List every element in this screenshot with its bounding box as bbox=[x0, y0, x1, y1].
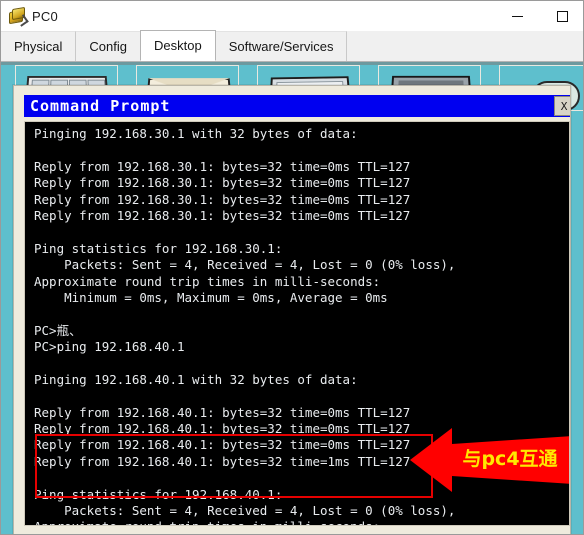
annotation-arrow: 与pc4互通 bbox=[410, 424, 569, 496]
terminal-line: Minimum = 0ms, Maximum = 0ms, Average = … bbox=[34, 289, 388, 305]
terminal-line: Pinging 192.168.30.1 with 32 bytes of da… bbox=[34, 126, 358, 141]
terminal-line: PC>ping 192.168.40.1 bbox=[34, 339, 185, 355]
terminal-line: Reply from 192.168.30.1: bytes=32 time=0… bbox=[34, 158, 411, 174]
window-titlebar: PC0 bbox=[1, 1, 583, 31]
tab-config[interactable]: Config bbox=[75, 31, 141, 61]
window-controls bbox=[495, 1, 583, 31]
desktop-panel: Command Prompt X Pinging 192.168.30.1 wi… bbox=[1, 62, 583, 534]
terminal-line: Packets: Sent = 4, Received = 4, Lost = … bbox=[34, 257, 456, 273]
terminal-line: Packets: Sent = 4, Received = 4, Lost = … bbox=[34, 502, 456, 518]
tab-desktop[interactable]: Desktop bbox=[140, 30, 216, 61]
command-prompt-titlebar: Command Prompt X bbox=[24, 95, 570, 117]
command-prompt-title: Command Prompt bbox=[30, 97, 171, 115]
terminal-line: Ping statistics for 192.168.30.1: bbox=[34, 240, 283, 256]
command-prompt-window: Command Prompt X Pinging 192.168.30.1 wi… bbox=[13, 85, 571, 534]
terminal-line: Reply from 192.168.30.1: bytes=32 time=0… bbox=[34, 191, 411, 207]
terminal-line: Pinging 192.168.40.1 with 32 bytes of da… bbox=[34, 371, 358, 387]
minimize-button[interactable] bbox=[495, 1, 540, 31]
window-title: PC0 bbox=[32, 8, 58, 24]
packet-tracer-pc-icon bbox=[8, 6, 29, 27]
terminal-line: Reply from 192.168.30.1: bytes=32 time=0… bbox=[34, 175, 411, 191]
device-tab-bar: Physical Config Desktop Software/Service… bbox=[1, 30, 583, 62]
terminal-line: PC>瓶、 bbox=[34, 322, 82, 338]
tab-software-services[interactable]: Software/Services bbox=[214, 31, 348, 61]
terminal-line: Reply from 192.168.30.1: bytes=32 time=0… bbox=[34, 207, 411, 223]
command-prompt-screen[interactable]: Pinging 192.168.30.1 with 32 bytes of da… bbox=[24, 121, 570, 526]
terminal-line: Approximate round trip times in milli-se… bbox=[34, 519, 567, 525]
terminal-line: Reply from 192.168.40.1: bytes=32 time=0… bbox=[34, 404, 411, 420]
close-icon[interactable]: X bbox=[554, 96, 570, 116]
pc0-device-window: PC0 Physical Config Desktop Software/Ser… bbox=[0, 0, 584, 535]
tab-physical[interactable]: Physical bbox=[1, 31, 77, 61]
annotation-arrow-label: 与pc4互通 bbox=[462, 448, 558, 470]
terminal-line: Approximate round trip times in milli-se… bbox=[34, 273, 381, 289]
maximize-button[interactable] bbox=[540, 1, 583, 31]
